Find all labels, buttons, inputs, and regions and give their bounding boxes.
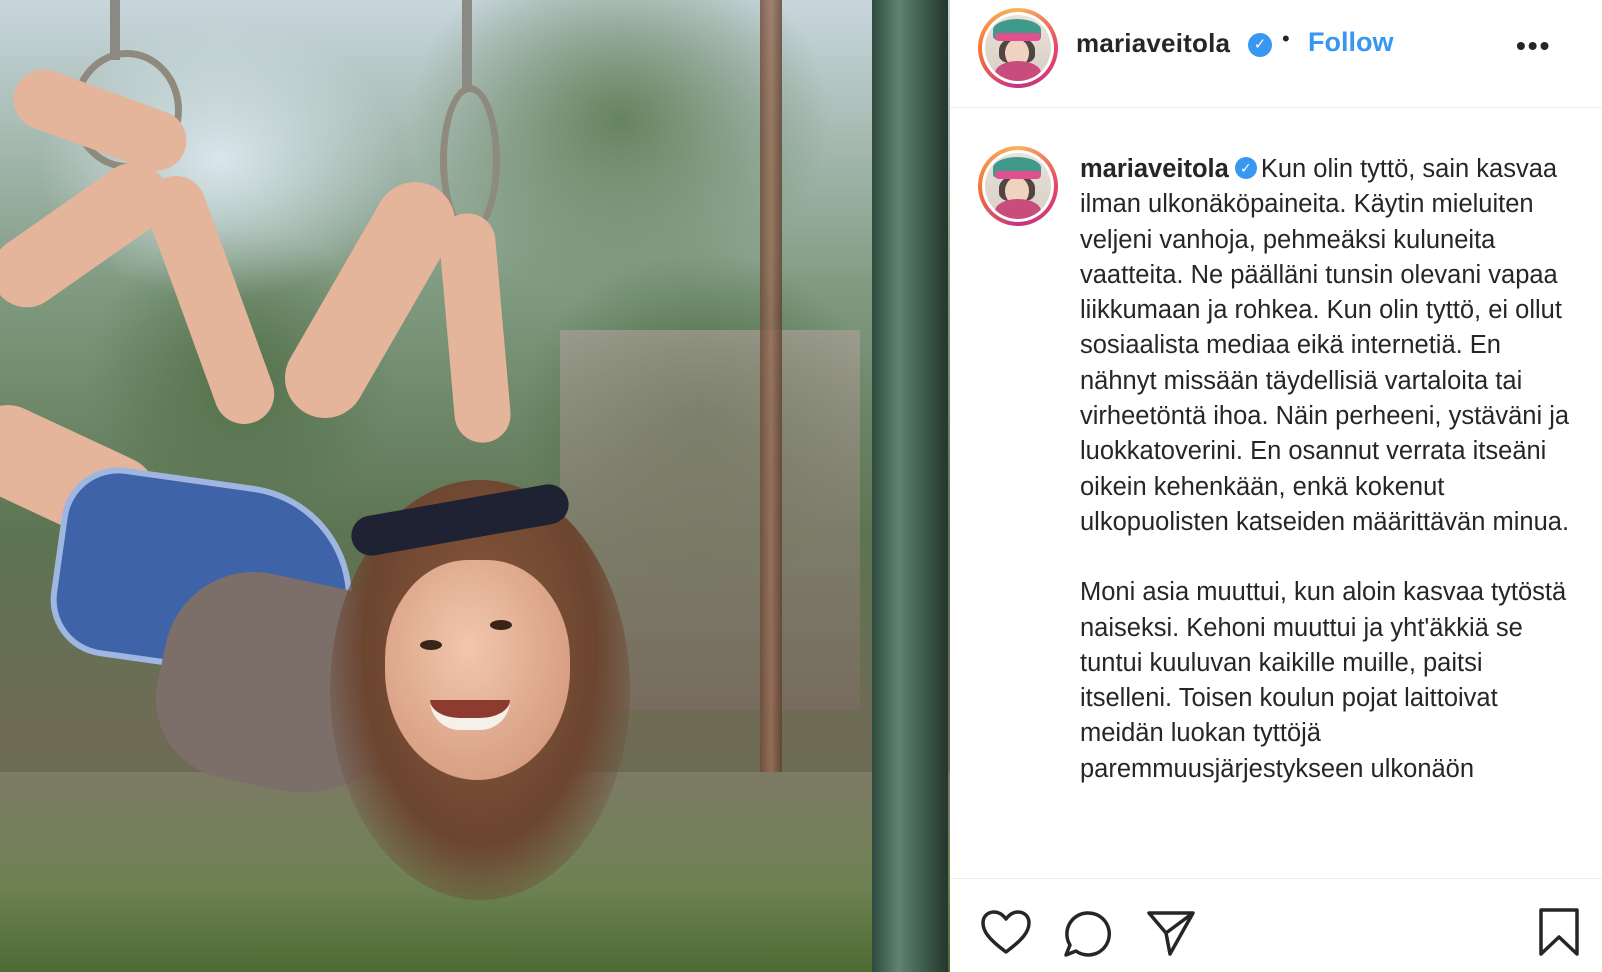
share-icon[interactable]: [1146, 909, 1196, 962]
photo-tree-trunk: [760, 0, 782, 820]
post-caption: mariaveitola ✓ Kun olin tyttö, sain kasvaa…: [1080, 152, 1580, 787]
caption-avatar-image: [985, 153, 1051, 219]
photo-face: [385, 560, 570, 780]
avatar-image: [985, 15, 1051, 81]
post-side-panel: mariaveitola ✓ • Follow ••• mariaveitola…: [950, 0, 1602, 972]
verified-badge-icon: ✓: [1234, 157, 1257, 180]
bookmark-icon[interactable]: [1538, 907, 1580, 962]
photo-arm-right: [437, 210, 513, 446]
header-username-link[interactable]: mariaveitola: [1076, 28, 1230, 59]
heart-icon[interactable]: [980, 909, 1032, 960]
follow-button[interactable]: Follow: [1308, 27, 1393, 58]
comment-icon[interactable]: [1062, 909, 1112, 964]
post-photo[interactable]: [0, 0, 950, 972]
caption-paragraph: mariaveitola ✓ Kun olin tyttö, sain kasvaa…: [1080, 152, 1580, 540]
photo-eye-left: [420, 640, 442, 650]
post-header: mariaveitola ✓ • Follow •••: [950, 0, 1602, 108]
action-bar: [950, 878, 1602, 972]
caption-text-1: Kun olin tyttö, sain kasvaa ilman ulkonä…: [1080, 155, 1570, 536]
photo-pole: [872, 0, 948, 972]
avatar[interactable]: [978, 8, 1058, 88]
photo-eye-right: [490, 620, 512, 630]
caption-text-2: Moni asia muuttui, kun aloin kasvaa tytö…: [1080, 578, 1567, 783]
verified-badge-icon: ✓: [1248, 33, 1272, 57]
header-separator: •: [1282, 26, 1290, 51]
more-options-icon[interactable]: •••: [1516, 30, 1551, 62]
caption-scroll-area[interactable]: mariaveitola ✓ Kun olin tyttö, sain kasvaa…: [950, 108, 1602, 878]
caption-paragraph: Moni asia muuttui, kun aloin kasvaa tytö…: [1080, 575, 1580, 787]
caption-username-link[interactable]: mariaveitola: [1080, 155, 1229, 183]
caption-avatar[interactable]: [978, 146, 1058, 226]
photo-arm-left: [137, 167, 283, 433]
photo-leg-right: [270, 167, 470, 433]
photo-rope-right: [462, 0, 472, 90]
